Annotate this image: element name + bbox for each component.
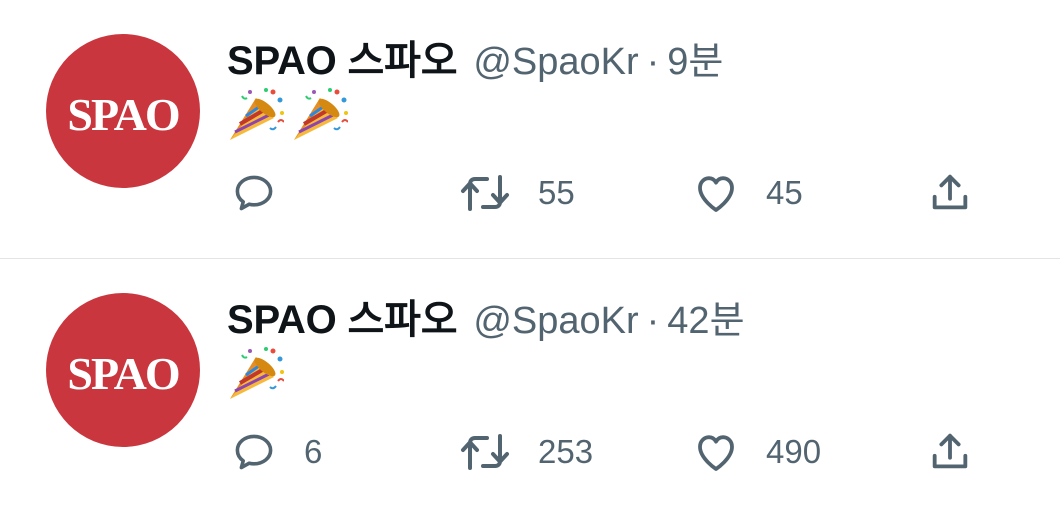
tweet-actions: 6 253 490	[0, 425, 1060, 479]
retweet-button[interactable]: 55	[458, 166, 575, 220]
spao-logo: SPAO	[67, 89, 180, 140]
reply-button[interactable]: 6	[230, 425, 322, 479]
retweet-icon	[461, 175, 509, 211]
reply-button[interactable]	[230, 166, 304, 220]
heart-icon	[698, 176, 734, 212]
separator-dot: ·	[646, 41, 660, 83]
separator-dot: ·	[646, 300, 660, 342]
tweet-item[interactable]: SPAO SPAO 스파오 @SpaoKr · 42분 6 253 490	[0, 259, 1060, 516]
reply-count: 6	[304, 433, 323, 470]
display-name[interactable]: SPAO 스파오	[227, 28, 458, 86]
avatar[interactable]: SPAO	[46, 293, 200, 447]
share-icon	[932, 433, 968, 469]
user-handle[interactable]: @SpaoKr	[473, 41, 638, 84]
like-count: 490	[766, 433, 822, 470]
tweet-feed: SPAO SPAO 스파오 @SpaoKr · 9분 55 45 SPAO SP…	[0, 0, 1060, 516]
timestamp[interactable]: 9분	[667, 30, 723, 85]
avatar[interactable]: SPAO	[46, 34, 200, 188]
share-icon	[932, 174, 968, 210]
reply-icon	[235, 175, 273, 211]
user-handle[interactable]: @SpaoKr	[473, 300, 638, 343]
timestamp[interactable]: 42분	[667, 289, 744, 344]
display-name[interactable]: SPAO 스파오	[227, 287, 458, 345]
tweet-header: SPAO 스파오 @SpaoKr · 42분	[227, 287, 745, 342]
spao-logo: SPAO	[67, 348, 180, 399]
tweet-header: SPAO 스파오 @SpaoKr · 9분	[227, 28, 723, 83]
heart-icon	[698, 435, 734, 471]
retweet-count: 253	[538, 433, 594, 470]
svg-text:SPAO: SPAO	[67, 89, 178, 140]
retweet-count: 55	[538, 174, 575, 211]
share-button[interactable]	[927, 166, 973, 220]
party-popper-icon	[292, 86, 348, 142]
svg-text:SPAO: SPAO	[67, 348, 178, 399]
share-button[interactable]	[927, 425, 973, 479]
retweet-button[interactable]: 253	[458, 425, 593, 479]
party-popper-icon	[228, 86, 284, 142]
tweet-actions: 55 45	[0, 166, 1060, 220]
reply-icon	[235, 434, 273, 470]
like-button[interactable]: 45	[692, 166, 803, 220]
retweet-icon	[461, 434, 509, 470]
tweet-body	[226, 345, 284, 401]
like-button[interactable]: 490	[692, 425, 821, 479]
party-popper-icon	[228, 345, 284, 401]
like-count: 45	[766, 174, 803, 211]
tweet-body	[226, 86, 348, 142]
tweet-item[interactable]: SPAO SPAO 스파오 @SpaoKr · 9분 55 45	[0, 0, 1060, 258]
